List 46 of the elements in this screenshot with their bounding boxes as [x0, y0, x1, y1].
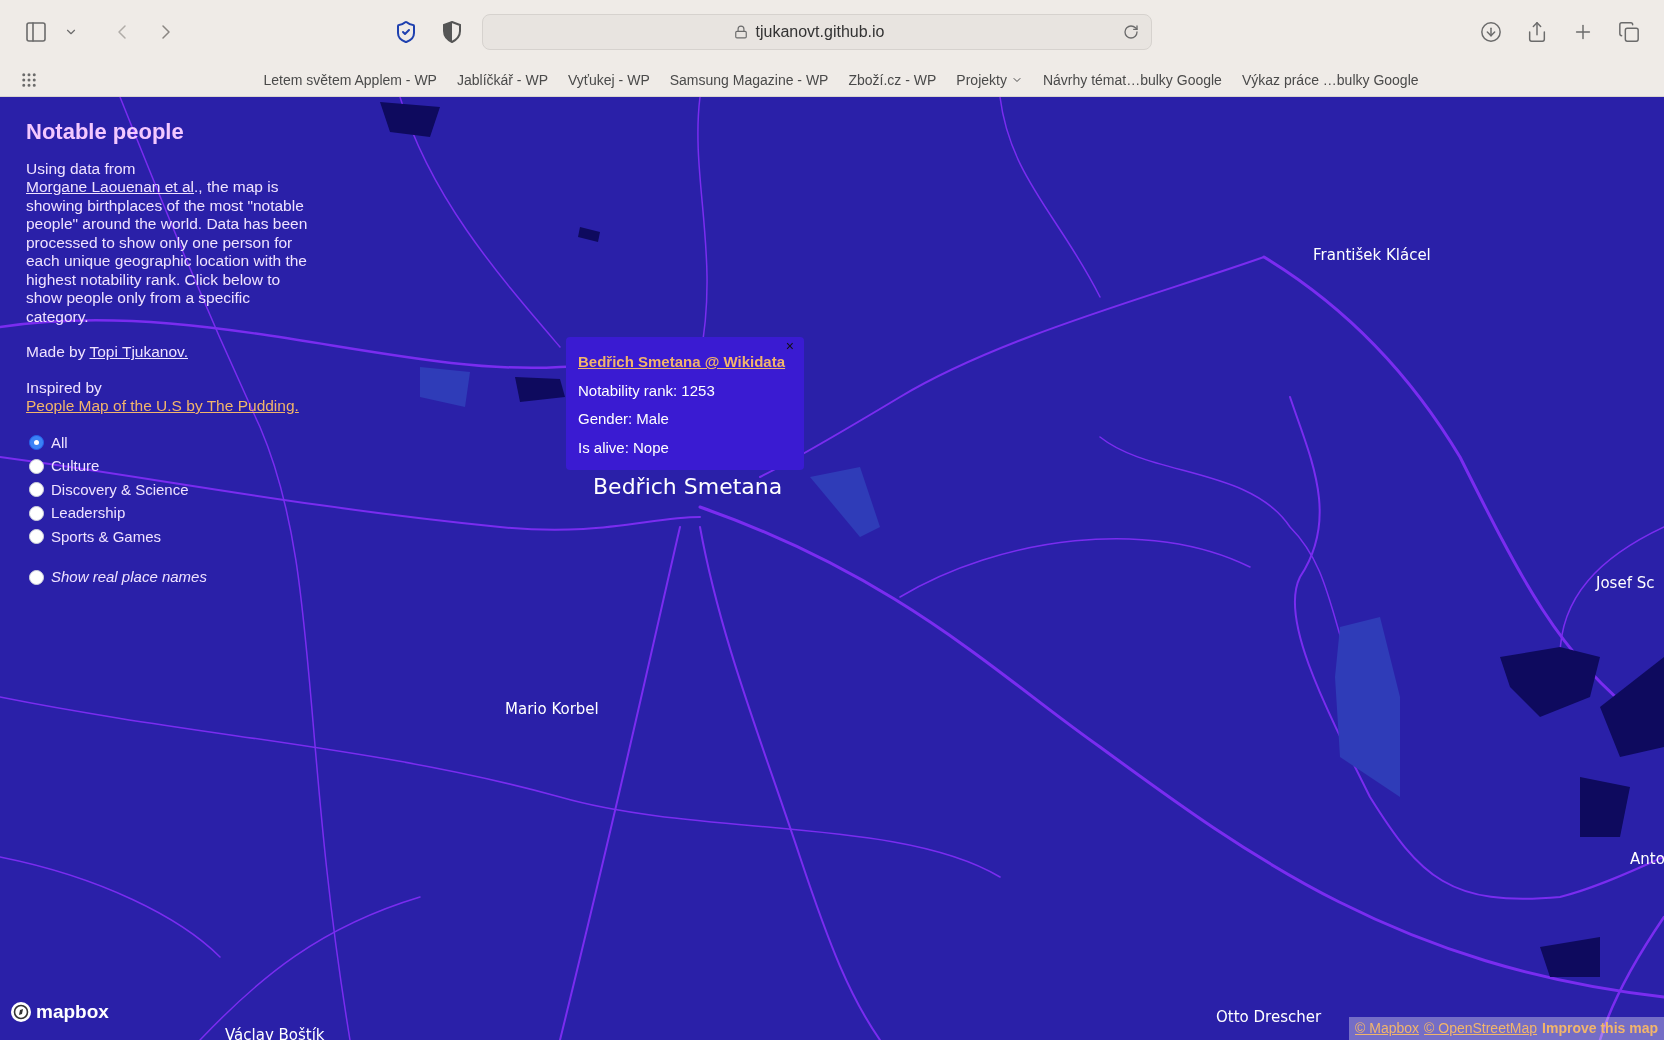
- bookmark-link[interactable]: Samsung Magazine - WP: [669, 69, 829, 91]
- category-label[interactable]: Discovery & Science: [51, 480, 189, 499]
- bookmark-link[interactable]: Návrhy témat…bulky Google: [1042, 69, 1222, 91]
- place-label: Bedřich Smetana: [593, 473, 783, 501]
- logo-icon: [10, 1000, 32, 1023]
- inspiration-link[interactable]: People Map of the U.S by The Pudding.: [26, 397, 299, 414]
- bookmark-link[interactable]: Zboží.cz - WP: [848, 69, 937, 91]
- sidebar-icon[interactable]: [24, 20, 48, 44]
- url-text: tjukanovt.github.io: [755, 22, 885, 42]
- bookmark-link[interactable]: Výkaz práce …bulky Google: [1241, 69, 1419, 91]
- tabs-icon[interactable]: [1618, 21, 1640, 43]
- shield-icon[interactable]: [442, 21, 462, 43]
- place-label: Josef Sc: [1596, 573, 1655, 594]
- logo-text: mapbox: [36, 999, 109, 1024]
- lock-icon: [733, 25, 748, 39]
- share-icon[interactable]: [1526, 21, 1548, 43]
- inspiration-text: Inspired by People Map of the U.S by The Pudding.: [26, 378, 300, 416]
- place-label: Anto: [1630, 849, 1664, 870]
- author-link[interactable]: Topi Tjukanov.: [89, 343, 188, 360]
- bookmark-link[interactable]: Vyťukej - WP: [567, 69, 650, 91]
- category-label[interactable]: Culture: [51, 457, 100, 476]
- category-label[interactable]: All: [51, 433, 68, 452]
- category-label[interactable]: Leadership: [51, 504, 126, 523]
- place-label: Václav Boštík: [225, 1025, 325, 1040]
- intro-paragraph: Using data from Morgane Laouenan et al., the map is showing birthplaces of the most "notable people" around the world. Data has been processed to show only one person for each unique geographic location with the highest notability rank. Click below to show people only from a specific category.: [26, 159, 308, 326]
- panel-title: Notable people: [26, 123, 185, 142]
- grid-icon[interactable]: [20, 71, 38, 89]
- place-label: František Klácel: [1313, 245, 1431, 266]
- author-text: Made by Topi Tjukanov.: [26, 343, 189, 362]
- place-label: Otto Drescher: [1216, 1007, 1322, 1028]
- source-link[interactable]: Morgane Laouenan et al: [26, 178, 195, 195]
- download-icon[interactable]: [1480, 21, 1502, 43]
- place-names-label[interactable]: Show real place names: [51, 568, 207, 587]
- radio-button[interactable]: [29, 435, 44, 451]
- wikidata-link[interactable]: Bedřich Smetana @ Wikidata: [578, 351, 792, 374]
- category-label[interactable]: Sports & Games: [51, 527, 162, 546]
- popup-info-text: Notability rank: 1253: [578, 380, 716, 401]
- popup-info-text: Is alive: Nope: [578, 437, 670, 458]
- place-label: Mario Korbel: [505, 699, 599, 720]
- popup-info-text: Gender: Male: [578, 409, 670, 429]
- bookmark-folder[interactable]: Projekty: [956, 69, 1023, 91]
- reload-icon[interactable]: [1123, 24, 1139, 40]
- shield-check-icon[interactable]: [394, 20, 418, 44]
- bookmark-link[interactable]: Jablíčkář - WP: [456, 69, 548, 91]
- bookmark-link[interactable]: Letem světem Applem - WP: [263, 69, 437, 91]
- address-bar[interactable]: tjukanovt.github.io: [482, 14, 1152, 50]
